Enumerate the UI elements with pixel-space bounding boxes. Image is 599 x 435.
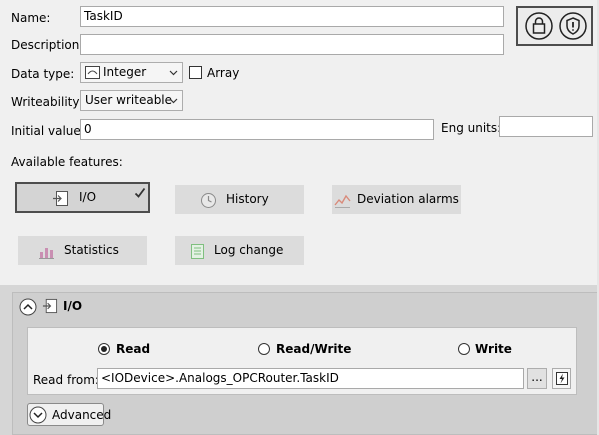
read-radio[interactable] — [98, 343, 110, 355]
lock-icon[interactable] — [524, 11, 554, 41]
array-label: Array — [207, 66, 240, 80]
write-radio-label: Write — [475, 342, 512, 356]
integer-type-icon — [85, 66, 100, 79]
advanced-button[interactable]: Advanced — [27, 403, 111, 426]
write-radio[interactable] — [458, 343, 470, 355]
initial-value-label: Initial value: — [11, 124, 85, 138]
chevron-down-icon — [169, 98, 178, 104]
datatype-select[interactable]: Integer — [80, 62, 183, 83]
io-panel-body: Read Read/Write Write Read from: <IODevi… — [27, 327, 577, 395]
deviation-alarms-feature-label: Deviation alarms — [357, 192, 459, 206]
expand-chevron-down-icon — [29, 406, 47, 424]
log-change-feature-label: Log change — [214, 243, 284, 257]
log-change-feature-button[interactable]: Log change — [175, 236, 304, 265]
shield-icon[interactable] — [558, 11, 588, 41]
history-feature-button[interactable]: History — [175, 185, 304, 214]
checkmark-icon — [134, 187, 146, 198]
read-radio-label: Read — [116, 342, 151, 356]
log-change-icon — [191, 244, 204, 259]
io-feature-label: I/O — [79, 190, 97, 204]
deviation-alarms-feature-button[interactable]: Deviation alarms — [332, 185, 461, 214]
advanced-button-label: Advanced — [52, 408, 112, 422]
description-field[interactable] — [80, 34, 504, 55]
io-icon — [42, 298, 58, 314]
read-from-label: Read from: — [33, 373, 99, 387]
datatype-label: Data type: — [11, 67, 75, 81]
security-box — [516, 6, 593, 46]
readwrite-radio[interactable] — [258, 343, 270, 355]
name-label: Name: — [11, 11, 51, 25]
name-field[interactable]: TaskID — [80, 6, 504, 27]
io-panel-title: I/O — [63, 299, 83, 313]
array-checkbox[interactable] — [189, 66, 202, 79]
browse-button[interactable]: ... — [527, 368, 547, 389]
collapse-chevron-up-icon[interactable] — [19, 298, 37, 316]
statistics-icon — [39, 248, 54, 259]
io-panel: I/O Read Read/Write Write Read from: <IO… — [12, 292, 598, 435]
readwrite-radio-label: Read/Write — [276, 342, 352, 356]
browse-button-label: ... — [531, 370, 543, 384]
history-icon — [201, 193, 216, 208]
lightning-icon — [556, 372, 568, 385]
deviation-alarm-icon — [334, 194, 351, 208]
io-feature-button[interactable]: I/O — [15, 182, 150, 213]
description-label: Description: — [11, 38, 84, 52]
chevron-down-icon — [169, 70, 178, 76]
writeability-select[interactable]: User writeable — [80, 90, 183, 111]
statistics-feature-label: Statistics — [64, 243, 119, 257]
statistics-feature-button[interactable]: Statistics — [18, 236, 147, 265]
initial-value-field[interactable]: 0 — [80, 119, 434, 140]
io-icon — [53, 191, 68, 206]
history-feature-label: History — [226, 192, 269, 206]
connect-button[interactable] — [552, 368, 571, 389]
read-from-field[interactable]: <IODevice>.Analogs_OPCRouter.TaskID — [97, 368, 524, 389]
writeability-value: User writeable — [85, 93, 173, 107]
eng-units-field[interactable] — [499, 116, 593, 137]
eng-units-label: Eng units: — [441, 121, 502, 135]
datatype-value: Integer — [103, 65, 147, 79]
available-features-heading: Available features: — [11, 155, 123, 169]
writeability-label: Writeability: — [11, 95, 83, 109]
